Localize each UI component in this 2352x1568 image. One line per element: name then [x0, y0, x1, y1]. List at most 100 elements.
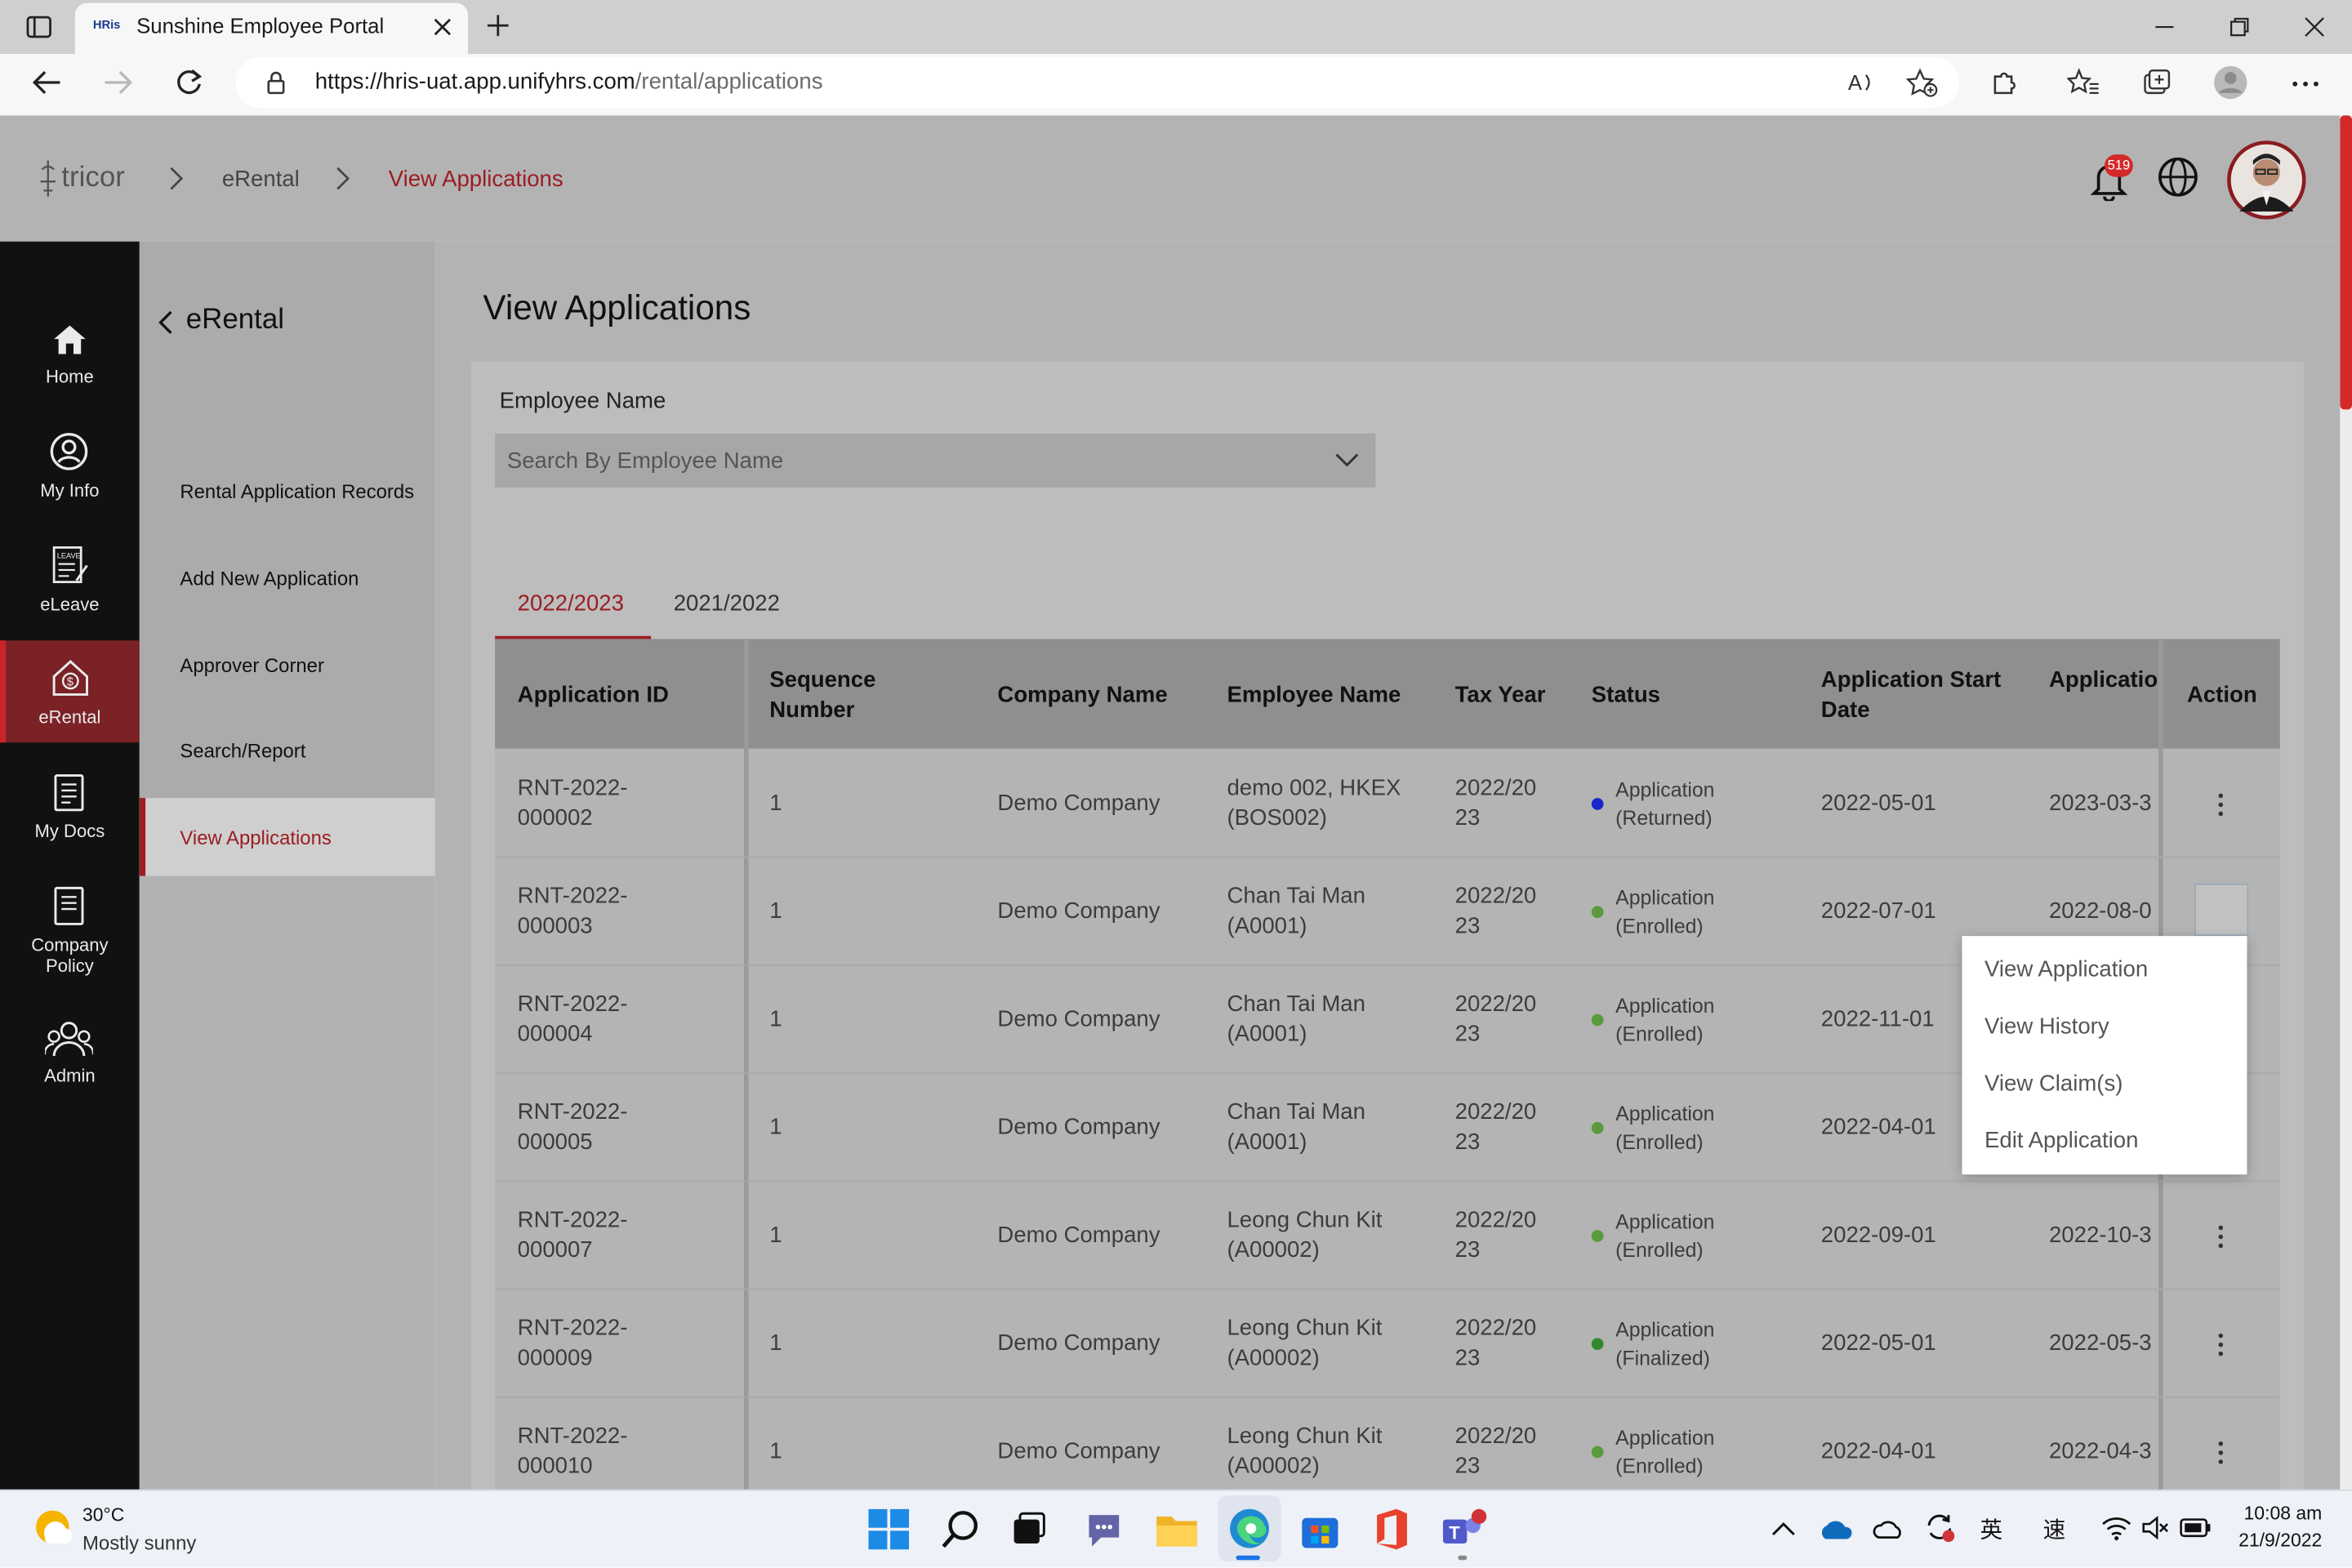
- rental-house-icon: $: [52, 660, 89, 696]
- row-action-kebab-icon[interactable]: [2218, 793, 2225, 821]
- window-close-icon[interactable]: [2302, 15, 2326, 38]
- edge-icon[interactable]: [1228, 1508, 1270, 1549]
- breadcrumb-erental[interactable]: eRental: [222, 167, 300, 192]
- chat-icon[interactable]: [1083, 1509, 1125, 1551]
- file-explorer-icon[interactable]: [1155, 1511, 1198, 1550]
- row-divider: [495, 1180, 2280, 1183]
- status-dot: [1591, 1338, 1604, 1351]
- clock-date[interactable]: 21/9/2022: [2223, 1530, 2322, 1551]
- lock-icon[interactable]: [265, 70, 287, 95]
- globe-icon[interactable]: [2157, 156, 2198, 198]
- subnav-item-approver-corner[interactable]: Approver Corner: [180, 654, 324, 677]
- menu-item-view-claims[interactable]: View Claim(s): [1984, 1071, 2123, 1096]
- users-group-icon: [45, 1022, 93, 1057]
- subnav-title[interactable]: eRental: [186, 305, 284, 337]
- forward-icon[interactable]: [102, 68, 135, 98]
- row-action-button-active[interactable]: [2194, 883, 2249, 937]
- teams-icon[interactable]: T: [1440, 1508, 1488, 1552]
- task-view-icon[interactable]: [1009, 1511, 1049, 1548]
- status-dot: [1591, 1121, 1604, 1134]
- cell-status: Application: [1615, 1102, 1715, 1125]
- menu-item-view-application[interactable]: View Application: [1984, 957, 2148, 982]
- table-row[interactable]: [495, 1181, 2280, 1289]
- documents-icon: [54, 774, 84, 812]
- status-dot: [1591, 1013, 1604, 1027]
- menu-item-view-history[interactable]: View History: [1984, 1014, 2109, 1040]
- subnav-item-add-new-application[interactable]: Add New Application: [180, 567, 359, 590]
- extensions-icon[interactable]: [1989, 68, 2020, 98]
- collections-icon[interactable]: [2140, 68, 2173, 98]
- url-text[interactable]: https://hris-uat.app.unifyhrs.com/rental…: [315, 69, 823, 94]
- employee-name-placeholder[interactable]: Search By Employee Name: [507, 448, 783, 474]
- cell-tax-year: 2022/20: [1454, 1099, 1537, 1125]
- minimize-icon[interactable]: [2153, 15, 2176, 38]
- subnav-item-rental-application-records[interactable]: Rental Application Records: [180, 480, 414, 503]
- close-icon[interactable]: [432, 16, 453, 38]
- tab-title: Sunshine Employee Portal: [136, 13, 385, 38]
- column-header-action: Action: [2186, 682, 2257, 708]
- onedrive-icon[interactable]: [1818, 1515, 1854, 1542]
- cell-application-start-date: 2022-09-01: [1820, 1222, 1936, 1249]
- cell-sequence-number: 1: [769, 1438, 782, 1464]
- favorites-icon[interactable]: [2067, 68, 2100, 98]
- row-action-kebab-icon[interactable]: [2218, 1441, 2225, 1468]
- sidebar-item-eleave[interactable]: LEAVE eLeave: [0, 543, 140, 656]
- tab-2022-2023[interactable]: 2022/2023: [518, 591, 624, 617]
- app-logo[interactable]: tricor: [61, 162, 125, 194]
- ime-input-method[interactable]: 速: [2043, 1513, 2066, 1545]
- wifi-icon[interactable]: [2101, 1515, 2132, 1541]
- sidebar-item-erental[interactable]: $ eRental: [0, 654, 140, 767]
- breadcrumb-current: View Applications: [388, 166, 564, 193]
- cell-status: Application: [1615, 994, 1715, 1018]
- tab-2021-2022[interactable]: 2021/2022: [674, 591, 780, 617]
- office-icon[interactable]: [1373, 1508, 1412, 1551]
- table-row[interactable]: [495, 1396, 2280, 1504]
- chevron-left-icon[interactable]: [156, 309, 174, 336]
- column-header-application-id: Application ID: [517, 682, 669, 708]
- read-aloud-icon[interactable]: A: [1848, 69, 1878, 96]
- back-icon[interactable]: [30, 68, 63, 98]
- sidebar-item-home[interactable]: Home: [0, 312, 140, 425]
- table-row[interactable]: [495, 1289, 2280, 1396]
- sidebar-item-my-info[interactable]: My Info: [0, 427, 140, 540]
- volume-muted-icon[interactable]: [2140, 1515, 2171, 1540]
- windows-start-icon[interactable]: [868, 1508, 910, 1550]
- sidebar-item-company-policy[interactable]: Company Policy: [0, 882, 140, 995]
- cell-sequence-number: 1: [769, 1222, 782, 1249]
- user-circle-icon: [50, 433, 88, 470]
- more-icon[interactable]: [2291, 79, 2321, 88]
- cell-tax-year: 2022/20: [1454, 991, 1537, 1018]
- subnav-item-view-applications[interactable]: View Applications: [180, 826, 331, 849]
- page-scrollbar-thumb[interactable]: [2340, 115, 2352, 410]
- chevron-up-icon[interactable]: [1770, 1518, 1797, 1539]
- reload-icon[interactable]: [174, 68, 204, 98]
- row-divider: [495, 856, 2280, 858]
- weather-temp[interactable]: 30°C: [82, 1504, 124, 1526]
- sidebar-item-admin[interactable]: Admin: [0, 1017, 140, 1129]
- tricor-logo-mark[interactable]: [38, 158, 59, 199]
- user-avatar[interactable]: [2226, 140, 2307, 220]
- ime-mode-indicator[interactable]: 英: [1980, 1513, 2002, 1545]
- sync-icon[interactable]: [1923, 1511, 1956, 1544]
- profile-icon[interactable]: [2212, 65, 2248, 100]
- sidebar-toggle-icon[interactable]: [25, 14, 52, 41]
- chevron-down-icon[interactable]: [1334, 450, 1361, 471]
- battery-icon[interactable]: [2180, 1517, 2212, 1539]
- clock-time[interactable]: 10:08 am: [2238, 1503, 2323, 1524]
- weather-desc[interactable]: Mostly sunny: [82, 1531, 196, 1554]
- store-icon[interactable]: [1299, 1509, 1341, 1551]
- cloud-icon[interactable]: [1872, 1515, 1904, 1542]
- cell-tax-year: 23: [1454, 1129, 1481, 1156]
- row-action-kebab-icon[interactable]: [2218, 1225, 2225, 1253]
- cell-status: Application: [1615, 1318, 1715, 1342]
- row-action-kebab-icon[interactable]: [2218, 1333, 2225, 1361]
- restore-icon[interactable]: [2228, 15, 2252, 38]
- cell-application-id: 000004: [517, 1021, 593, 1048]
- sidebar-item-my-docs[interactable]: My Docs: [0, 768, 140, 880]
- subnav-item-search-report[interactable]: Search/Report: [180, 740, 305, 763]
- menu-item-edit-application[interactable]: Edit Application: [1984, 1128, 2138, 1153]
- add-favorite-icon[interactable]: [1905, 68, 1938, 98]
- search-icon[interactable]: [941, 1509, 982, 1550]
- weather-sunny-icon[interactable]: [33, 1508, 73, 1547]
- new-tab-icon[interactable]: [484, 12, 511, 39]
